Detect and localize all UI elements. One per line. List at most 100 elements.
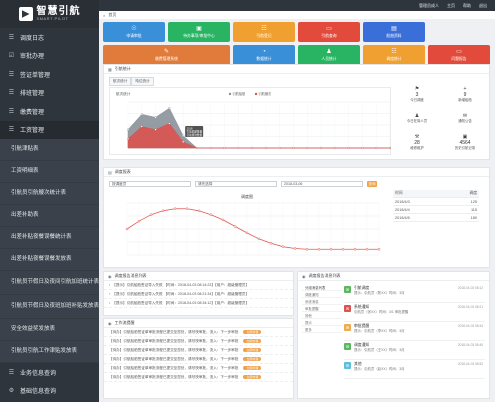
summary-stat[interactable]: ♟ 今日在岗人员 [393,106,441,130]
data-point[interactable] [149,213,153,216]
data-point[interactable] [137,219,141,223]
process-button[interactable]: 立即处理 [243,330,262,334]
tab-tonnage[interactable]: 吨位统计 [131,77,154,86]
process-button[interactable]: 立即处理 [243,339,262,343]
sidebar-item[interactable]: ☰ 签证单管理 [0,65,99,84]
data-point[interactable] [251,146,254,150]
list-item[interactable]: ▪ 【提示】引航船舶签证导入失败 【时间：2018-04-03 08:14:23】… [104,281,293,290]
data-point[interactable] [361,146,364,150]
sidebar-subitem[interactable]: 出差补贴夜餐误餐发放表 [0,249,99,271]
quick-tile[interactable]: ▭ 引航查询 [298,22,360,42]
sidebar-subitem[interactable]: 出差补贴夜餐误餐统计表 [0,227,99,249]
quick-tile[interactable]: ♟ 人员统计 [298,45,360,65]
data-point[interactable] [173,207,177,210]
message-item[interactable]: ✉ 审批提醒 提示：引航员（李XX）时间：3月 2018-04-03 08:34 [344,322,485,341]
list-item[interactable]: 【待办】引航船舶签证单审批流程已提交至您处，请尽快审批，流入：下一步审批 立即处理 [104,355,293,364]
app-logo[interactable]: 智慧引航 SMART PILOT [0,0,99,28]
data-point[interactable] [209,146,212,150]
list-item[interactable]: 【待办】引航船舶签证单审批流程已提交至您处，请尽快审批，流入：下一步审批 立即处理 [104,364,293,373]
data-point[interactable] [306,146,309,150]
data-point[interactable] [140,113,143,116]
data-point[interactable] [278,146,281,150]
data-point[interactable] [185,207,189,210]
topbar-link-home[interactable]: 主页 [447,3,455,9]
table-row[interactable]: 2018/4/4 115 [393,206,479,214]
table-row[interactable]: 2018/4/3 125 [393,198,479,206]
close-tab-icon[interactable]: × [103,13,105,18]
data-point[interactable] [341,248,345,251]
summary-stat[interactable]: ⚒ 28 维修维护 [393,130,441,154]
quick-tile[interactable]: ▣ 待办事项/审批中心 [168,22,230,42]
sidebar-item[interactable]: ☰ 排班管理 [0,84,99,103]
list-item[interactable]: ▪ 【提示】引航船舶签证导入失败 【时间：2018-04-03 08:21:34】… [104,290,293,299]
data-point[interactable] [154,128,157,131]
legend-label[interactable]: 引航艘次 [259,91,273,96]
data-point[interactable] [353,248,357,251]
summary-stat[interactable]: ⚑ 3 今日调度 [393,82,441,106]
quick-tile[interactable]: ▤ 船舶资料 [363,22,425,42]
message-group[interactable]: 审批提醒 [302,305,342,312]
data-point[interactable] [264,146,267,150]
tab-voyage[interactable]: 航次统计 [109,77,132,86]
dispatcher-select[interactable]: 按调度员 [109,181,191,187]
data-point[interactable] [126,128,130,131]
quick-tile[interactable]: ▭ 问题报告 [428,45,490,65]
list-item[interactable]: 【待办】引航船舶签证单审批流程已提交至您处，请尽快审批，流入：下一步审批 立即处理 [104,337,293,346]
message-item[interactable]: ✉ 调度通知 提示：引航员（王XX）时间：3月 2018-04-03 08:45 [344,341,485,360]
list-item[interactable]: ▪ 【提示】引航船舶签证导入失败 【时间：2018-04-03 08:34:12】… [104,299,293,308]
data-point[interactable] [292,146,295,150]
breadcrumb-current[interactable]: 首页 [108,12,116,18]
data-point[interactable] [269,242,273,245]
data-point[interactable] [245,231,249,235]
quick-tile[interactable]: ☷ 调度统计 [363,45,425,65]
data-point[interactable] [209,213,213,216]
data-point[interactable] [281,245,285,248]
sidebar-subitem[interactable]: 工资明细表 [0,161,99,183]
message-group[interactable]: 提示 [302,319,342,326]
data-point[interactable] [365,248,369,251]
topbar-link-help[interactable]: 帮助 [463,3,471,9]
data-point[interactable] [333,146,336,150]
data-point[interactable] [317,248,321,251]
process-button[interactable]: 立即处理 [243,348,262,352]
data-point[interactable] [168,122,171,125]
list-item[interactable]: 【待办】引航船舶签证单审批流程已提交至您处，请尽快审批，流入：下一步审批 立即处理 [104,328,293,337]
option-select[interactable]: 请先选择 [195,181,277,187]
quick-tile[interactable]: ☷ 引航登记 [233,22,295,42]
summary-stat[interactable]: ▣ 4564 历史引航记录 [441,130,489,154]
current-user[interactable]: 管理员成人 [419,3,439,9]
message-item[interactable]: ✉ 其他 提示：引航员（赵XX）时间：3月 2018-04-03 08:52 [344,360,485,379]
sidebar-subitem[interactable]: 引航员引航工作津贴发放表 [0,341,99,363]
data-point[interactable] [319,146,323,150]
data-point[interactable] [257,237,261,241]
sidebar-subitem[interactable]: 安全效益奖发放表 [0,319,99,341]
message-item[interactable]: ✉ 系统通知 引航员（张XX）时间：3/1 审批提醒 2018-04-03 08:21 [344,303,485,322]
data-point[interactable] [125,227,129,231]
summary-stat[interactable]: ✉ 通知公告 [441,106,489,130]
sidebar-item[interactable]: ☰ 业务信息查询 [0,363,99,382]
message-group[interactable]: 系统消息 [302,298,342,305]
quick-tile[interactable]: ☉ 申请审批 [103,22,165,42]
sidebar-item[interactable]: ☑ 审批办理 [0,47,99,66]
data-point[interactable] [221,218,225,222]
data-point[interactable] [293,247,297,250]
topbar-link-logout[interactable]: 退出 [479,3,487,9]
data-point[interactable] [237,146,240,150]
message-group[interactable]: 其他 [302,312,342,319]
sidebar-item[interactable]: ⚙ 基础信息查询 [0,382,99,401]
data-point[interactable] [233,225,237,228]
data-point[interactable] [140,125,143,128]
sidebar-subitem[interactable]: 引航员引航艘次统计表 [0,183,99,205]
process-button[interactable]: 立即处理 [243,375,262,379]
data-point[interactable] [388,146,392,150]
data-point[interactable] [377,248,381,251]
process-button[interactable]: 立即处理 [243,357,262,361]
sidebar-subitem[interactable]: 引航员节假日及夜间引航加班统计表 [0,271,99,295]
data-point[interactable] [126,137,130,140]
process-button[interactable]: 立即处理 [243,366,262,370]
data-point[interactable] [168,107,171,110]
data-point[interactable] [347,146,350,150]
data-point[interactable] [154,116,157,119]
sidebar-subitem[interactable]: 出差补助表 [0,205,99,227]
data-point[interactable] [223,146,226,150]
